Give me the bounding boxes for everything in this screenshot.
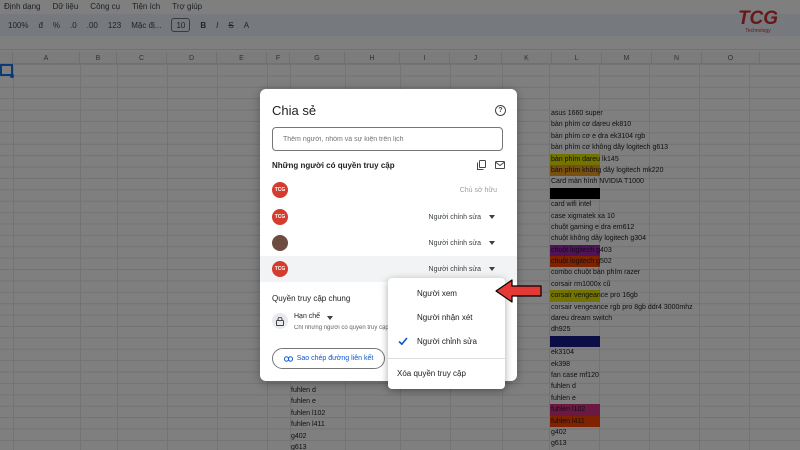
add-people-input[interactable] [272, 127, 503, 151]
lock-icon [272, 313, 288, 329]
email-icon[interactable] [495, 161, 505, 169]
annotation-arrow-icon [495, 279, 542, 303]
restriction-select[interactable]: Hạn chế [294, 313, 320, 320]
person-row: Người chỉnh sửa [260, 230, 517, 256]
person-row: TCG Người chỉnh sửa [260, 204, 517, 230]
copy-link-label: Sao chép đường liên kết [296, 355, 374, 362]
people-with-access-heading: Những người có quyền truy cập [272, 161, 395, 170]
menu-item-commenter[interactable]: Người nhận xét [388, 308, 505, 328]
avatar: TCG [272, 261, 288, 277]
menu-item-editor[interactable]: Người chỉnh sửa [388, 332, 505, 352]
avatar: TCG [272, 182, 288, 198]
menu-item-viewer[interactable]: Người xem [388, 284, 505, 304]
chevron-down-icon[interactable] [327, 316, 333, 320]
copy-link-button[interactable]: Sao chép đường liên kết [272, 348, 385, 369]
role-dropdown[interactable]: Người chỉnh sửa [429, 214, 481, 221]
check-icon [398, 337, 408, 346]
copy-emails-icon[interactable] [477, 160, 486, 170]
chevron-down-icon[interactable] [489, 215, 495, 219]
avatar: TCG [272, 209, 288, 225]
role-dropdown[interactable]: Người chỉnh sửa [429, 266, 481, 273]
general-access-heading: Quyền truy cập chung [272, 294, 351, 303]
avatar [272, 235, 288, 251]
restriction-description: Chỉ những người có quyền truy cập [294, 325, 389, 331]
menu-divider [388, 358, 505, 359]
link-icon [283, 355, 293, 362]
chevron-down-icon[interactable] [489, 241, 495, 245]
remove-access-item[interactable]: Xóa quyền truy cập [388, 364, 505, 384]
role-menu: Người xem Người nhận xét Người chỉnh sửa… [388, 278, 505, 389]
owner-label: Chủ sở hữu [459, 186, 497, 194]
dialog-title: Chia sẻ [272, 103, 317, 118]
chevron-down-icon[interactable] [489, 267, 495, 271]
role-dropdown[interactable]: Người chỉnh sửa [429, 240, 481, 247]
menu-item-editor-label: Người chỉnh sửa [417, 337, 477, 346]
help-icon[interactable]: ? [495, 105, 506, 116]
person-row-owner: TCG Chủ sở hữu [260, 177, 517, 203]
